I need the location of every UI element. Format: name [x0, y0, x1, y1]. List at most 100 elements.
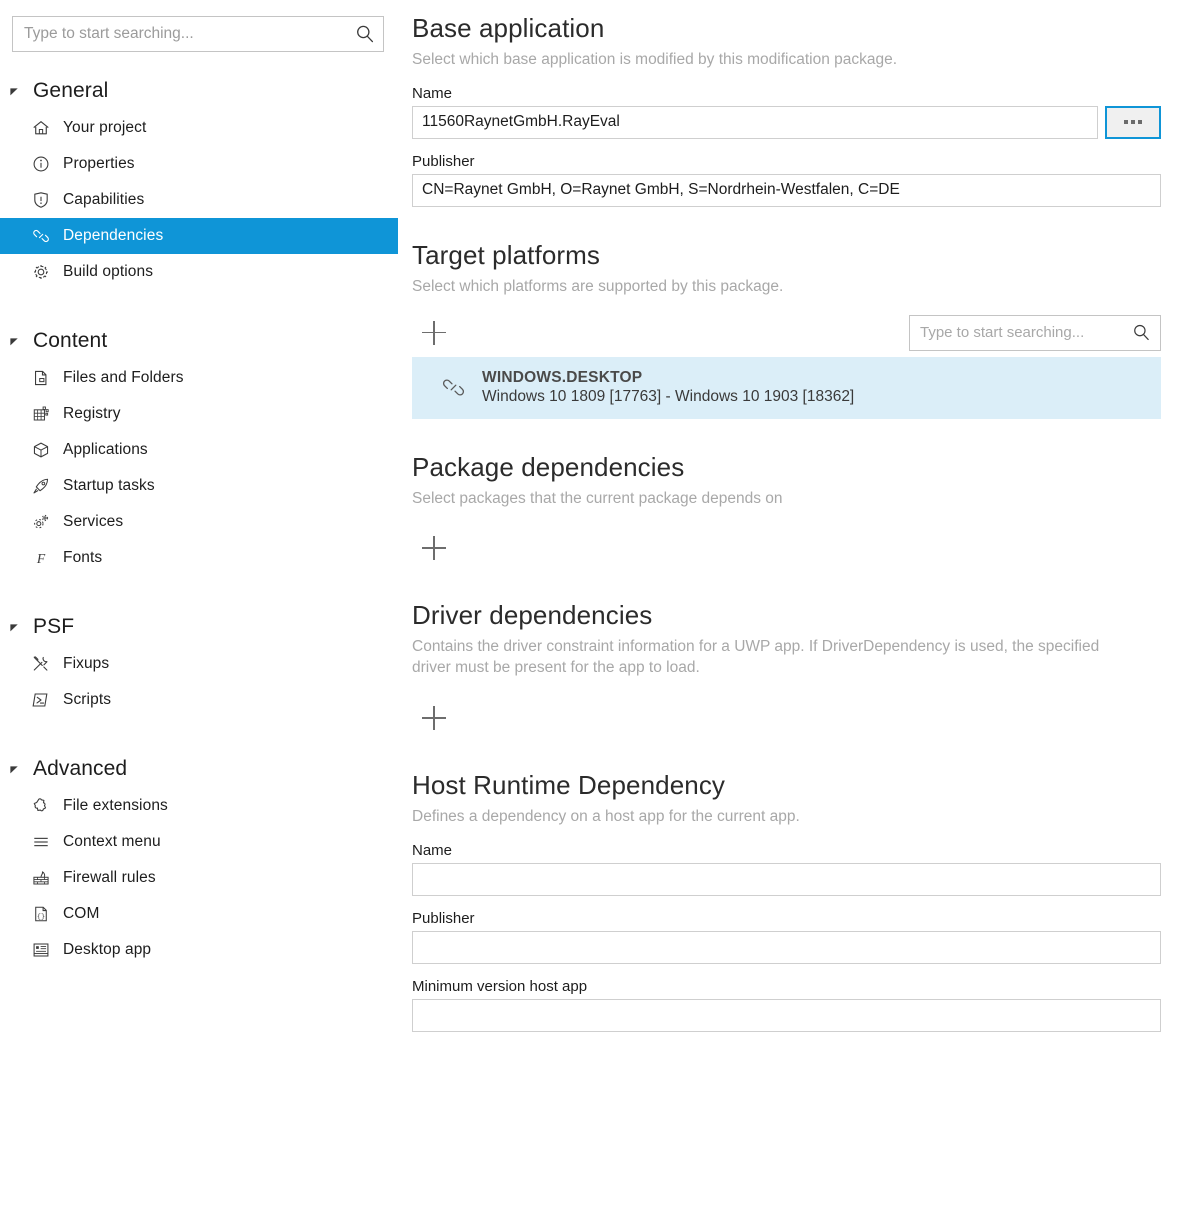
group-header-psf[interactable]: PSF [0, 608, 398, 646]
section-title: Package dependencies [412, 453, 1161, 483]
host-name-label: Name [412, 842, 1161, 859]
link-icon [438, 373, 468, 403]
spacer [0, 576, 398, 608]
sidebar-item-context-menu[interactable]: Context menu [0, 824, 398, 860]
sidebar-item-your-project[interactable]: Your project [0, 110, 398, 146]
sidebar-item-label: Firewall rules [63, 869, 156, 887]
desktop-window-icon [30, 939, 52, 961]
sidebar-item-label: Context menu [63, 833, 161, 851]
caret-expanded-icon [5, 618, 23, 636]
sidebar-item-registry[interactable]: Registry [0, 396, 398, 432]
group-title-advanced: Advanced [33, 757, 127, 781]
sidebar-item-desktop-app[interactable]: Desktop app [0, 932, 398, 968]
host-publisher-label: Publisher [412, 910, 1161, 927]
group-title-general: General [33, 79, 108, 103]
target-platform-name: WINDOWS.DESKTOP [482, 369, 854, 387]
sidebar-item-properties[interactable]: Properties [0, 146, 398, 182]
section-title: Base application [412, 14, 1161, 44]
plus-icon [422, 321, 446, 345]
spacer [0, 290, 398, 322]
sidebar-item-build-options[interactable]: Build options [0, 254, 398, 290]
sidebar-item-label: Startup tasks [63, 477, 155, 495]
add-package-dependency-button[interactable] [412, 529, 456, 567]
add-target-platform-button[interactable] [412, 314, 456, 352]
sidebar-item-label: Dependencies [63, 227, 163, 245]
section-description: Select which base application is modifie… [412, 50, 1142, 71]
section-description: Select packages that the current package… [412, 489, 1142, 510]
section-title: Driver dependencies [412, 601, 1161, 631]
sidebar-item-dependencies[interactable]: Dependencies [0, 218, 398, 254]
sidebar-item-label: Registry [63, 405, 121, 423]
sidebar-item-firewall-rules[interactable]: Firewall rules [0, 860, 398, 896]
driver-dependencies-toolbar [412, 699, 1161, 737]
section-title: Target platforms [412, 241, 1161, 271]
search-icon [1132, 323, 1152, 343]
sidebar-item-label: File extensions [63, 797, 168, 815]
target-platforms-toolbar [412, 314, 1161, 352]
sidebar-item-fixups[interactable]: Fixups [0, 646, 398, 682]
target-platform-range: Windows 10 1809 [17763] - Windows 10 190… [482, 388, 854, 406]
target-platform-text: WINDOWS.DESKTOP Windows 10 1809 [17763] … [482, 369, 854, 406]
sidebar-item-files-and-folders[interactable]: Files and Folders [0, 360, 398, 396]
sidebar-item-label: Applications [63, 441, 148, 459]
base-name-label: Name [412, 85, 1161, 102]
home-icon [30, 117, 52, 139]
hamburger-lines-icon [30, 831, 52, 853]
caret-expanded-icon [5, 332, 23, 350]
group-title-psf: PSF [33, 615, 74, 639]
sidebar-item-label: Desktop app [63, 941, 151, 959]
spacer [0, 718, 398, 750]
target-platform-row[interactable]: WINDOWS.DESKTOP Windows 10 1809 [17763] … [412, 357, 1161, 419]
base-name-input[interactable] [412, 106, 1098, 139]
section-base-application: Base application Select which base appli… [412, 14, 1161, 207]
app-root: General Your project [0, 0, 1191, 1215]
host-name-row [412, 863, 1161, 896]
nav-group-content: Content Files and Folders [0, 322, 398, 576]
section-description: Select which platforms are supported by … [412, 277, 1142, 298]
sidebar-item-startup-tasks[interactable]: Startup tasks [0, 468, 398, 504]
sidebar-item-fonts[interactable]: F Fonts [0, 540, 398, 576]
registry-grid-icon [30, 403, 52, 425]
code-file-icon: {} [30, 903, 52, 925]
sidebar-item-capabilities[interactable]: Capabilities [0, 182, 398, 218]
host-min-version-input[interactable] [412, 999, 1161, 1032]
shield-icon [30, 189, 52, 211]
link-icon [30, 225, 52, 247]
sidebar-item-com[interactable]: {} COM [0, 896, 398, 932]
group-header-general[interactable]: General [0, 72, 398, 110]
host-publisher-input[interactable] [412, 931, 1161, 964]
sidebar-item-label: Fonts [63, 549, 102, 567]
base-name-browse-button[interactable] [1105, 106, 1161, 139]
svg-text:{}: {} [37, 913, 45, 921]
target-platforms-search-input[interactable] [920, 324, 1132, 341]
base-publisher-input[interactable] [412, 174, 1161, 207]
puzzle-icon [30, 795, 52, 817]
info-circle-icon [30, 153, 52, 175]
section-package-dependencies: Package dependencies Select packages tha… [412, 453, 1161, 568]
sidebar-item-file-extensions[interactable]: File extensions [0, 788, 398, 824]
section-description: Defines a dependency on a host app for t… [412, 807, 1142, 828]
host-min-version-row [412, 999, 1161, 1032]
add-driver-dependency-button[interactable] [412, 699, 456, 737]
font-f-icon: F [30, 547, 52, 569]
group-header-advanced[interactable]: Advanced [0, 750, 398, 788]
sidebar-item-label: COM [63, 905, 99, 923]
target-platforms-search-box[interactable] [909, 315, 1161, 351]
host-min-version-label: Minimum version host app [412, 978, 1161, 995]
sidebar-item-scripts[interactable]: Scripts [0, 682, 398, 718]
firewall-brick-icon [30, 867, 52, 889]
sidebar-item-services[interactable]: Services [0, 504, 398, 540]
sidebar-search-box[interactable] [12, 16, 384, 52]
base-publisher-label: Publisher [412, 153, 1161, 170]
section-target-platforms: Target platforms Select which platforms … [412, 241, 1161, 419]
sidebar-item-applications[interactable]: Applications [0, 432, 398, 468]
ellipsis-icon [1124, 120, 1142, 124]
group-header-content[interactable]: Content [0, 322, 398, 360]
search-input[interactable] [24, 25, 355, 43]
section-description: Contains the driver constraint informati… [412, 637, 1142, 679]
gears-icon [30, 511, 52, 533]
nav-group-general: General Your project [0, 72, 398, 290]
sidebar-item-label: Properties [63, 155, 135, 173]
rocket-icon [30, 475, 52, 497]
host-name-input[interactable] [412, 863, 1161, 896]
